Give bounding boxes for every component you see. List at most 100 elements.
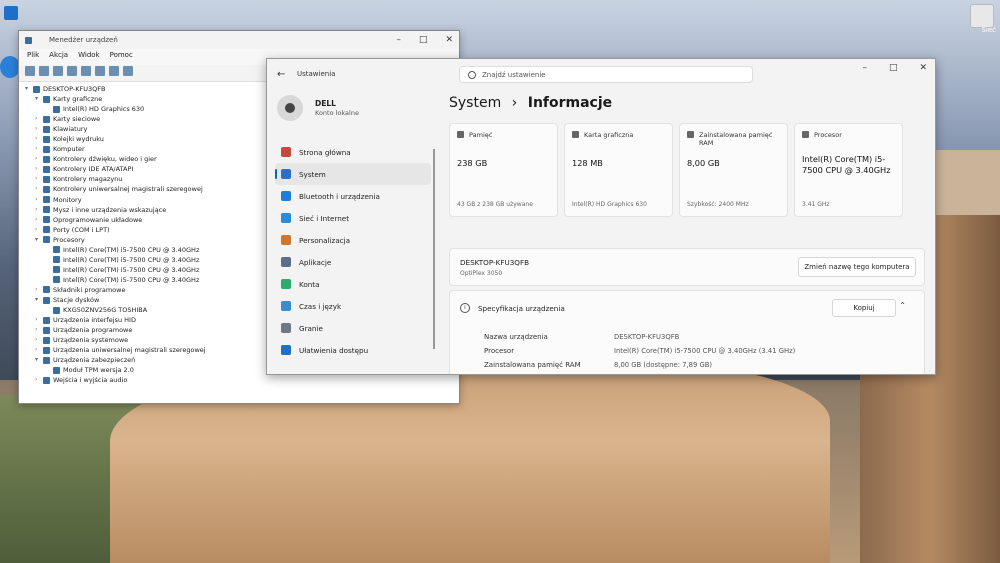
breadcrumb-current: Informacje [527, 95, 613, 111]
back-arrow-icon[interactable]: ← [277, 69, 291, 80]
device-icon [53, 276, 60, 284]
nav-item[interactable]: Czas i język [275, 295, 431, 317]
device-manager-icon [25, 36, 32, 44]
tree-node-label: Oprogramowanie układowe [53, 215, 143, 224]
expand-arrow-icon[interactable]: › [35, 335, 43, 345]
menu-view[interactable]: Widok [78, 51, 100, 63]
desktop-icon-label: Sieć [981, 26, 996, 34]
nav-label: Konta [299, 279, 320, 289]
help-icon[interactable] [81, 66, 91, 76]
device-icon [43, 125, 50, 133]
device-icon [43, 296, 50, 304]
card-label: Karta graficzna [584, 131, 634, 139]
rename-pc-button[interactable]: Zmień nazwę tego komputera [798, 257, 916, 277]
expand-arrow-icon[interactable]: ▾ [35, 355, 43, 365]
nav-item[interactable]: System [275, 163, 431, 185]
pc-model: OptiPlex 3050 [460, 270, 503, 277]
nav-icon [281, 191, 291, 201]
edge-icon[interactable] [0, 56, 20, 78]
expand-arrow-icon[interactable]: › [35, 225, 43, 235]
expand-arrow-icon[interactable]: › [35, 195, 43, 205]
nav-item[interactable]: Aplikacje [275, 251, 431, 273]
card-subtext: 3.41 GHz [802, 201, 830, 208]
list-icon[interactable] [67, 66, 77, 76]
summary-card[interactable]: Zainstalowana pamięć RAM 8,00 GB Szybkość:… [679, 123, 788, 217]
spec-header[interactable]: i Specyfikacja urządzenia [460, 303, 565, 313]
settings-nav: Strona główna System Bluetooth i urządzeni… [275, 141, 431, 361]
copy-button[interactable]: Kopiuj [832, 299, 896, 317]
recycle-bin-icon[interactable] [4, 6, 18, 20]
nav-label: Bluetooth i urządzenia [299, 191, 380, 201]
expand-arrow-icon[interactable]: › [35, 184, 43, 194]
maximize-button[interactable]: □ [889, 63, 898, 73]
nav-scrollbar[interactable] [433, 149, 435, 349]
expand-arrow-icon[interactable]: › [35, 375, 43, 385]
expand-arrow-icon[interactable]: ▾ [25, 84, 33, 94]
search-input[interactable]: Znajdź ustawienie [459, 66, 753, 83]
scan-icon[interactable] [109, 66, 119, 76]
nav-item[interactable]: Bluetooth i urządzenia [275, 185, 431, 207]
expand-arrow-icon[interactable]: › [35, 144, 43, 154]
back-icon[interactable] [25, 66, 35, 76]
device-icon [53, 306, 60, 314]
minimize-button[interactable]: – [396, 35, 401, 45]
expand-arrow-icon[interactable]: ▾ [35, 295, 43, 305]
menu-action[interactable]: Akcja [49, 51, 68, 63]
expand-arrow-icon[interactable]: ▾ [35, 94, 43, 104]
device-icon [43, 115, 50, 123]
expand-arrow-icon[interactable]: › [35, 134, 43, 144]
device-icon [53, 256, 60, 264]
tree-node-label: Moduł TPM wersja 2.0 [63, 366, 134, 375]
nav-item[interactable]: Strona główna [275, 141, 431, 163]
tree-node-label: Porty (COM i LPT) [53, 225, 110, 234]
tree-node-label: Kolejki wydruku [53, 135, 104, 144]
expand-arrow-icon[interactable]: › [35, 164, 43, 174]
user-profile[interactable]: DELL Konto lokalne [277, 95, 359, 121]
nav-item[interactable]: Ułatwienia dostępu [275, 339, 431, 361]
nav-item[interactable]: Sieć i Internet [275, 207, 431, 229]
forward-icon[interactable] [39, 66, 49, 76]
breadcrumb-separator: › [511, 95, 518, 111]
nav-item[interactable]: Personalizacja [275, 229, 431, 251]
expand-arrow-icon[interactable]: › [35, 154, 43, 164]
expand-arrow-icon[interactable]: › [35, 215, 43, 225]
chevron-up-icon[interactable]: ⌃ [899, 301, 906, 310]
network-icon[interactable] [970, 4, 994, 28]
nav-item[interactable]: Granie [275, 317, 431, 339]
nav-label: Strona główna [299, 147, 351, 157]
properties-icon[interactable] [53, 66, 63, 76]
expand-arrow-icon[interactable]: › [35, 174, 43, 184]
monitor-icon[interactable] [123, 66, 133, 76]
device-icon [43, 206, 50, 214]
expand-arrow-icon[interactable]: › [35, 315, 43, 325]
expand-arrow-icon[interactable]: › [35, 114, 43, 124]
nav-item[interactable]: Konta [275, 273, 431, 295]
expand-arrow-icon[interactable]: › [35, 124, 43, 134]
expand-arrow-icon[interactable]: › [35, 345, 43, 355]
expand-arrow-icon[interactable]: › [35, 325, 43, 335]
desktop-icons: Sieć [970, 4, 996, 34]
tree-node-label: Intel(R) Core(TM) i5-7500 CPU @ 3.40GHz [63, 265, 200, 274]
close-button[interactable]: ✕ [919, 63, 927, 73]
menu-help[interactable]: Pomoc [110, 51, 133, 63]
expand-arrow-icon[interactable]: › [35, 205, 43, 215]
tree-node-label: Urządzenia systemowe [53, 336, 129, 345]
close-button[interactable]: ✕ [445, 35, 453, 45]
summary-card[interactable]: Pamięć 238 GB 43 GB z 238 GB używane [449, 123, 558, 217]
tree-node[interactable]: › Wejścia i wyjścia audio [25, 375, 453, 385]
menu-file[interactable]: Plik [27, 51, 39, 63]
breadcrumb-parent[interactable]: System [449, 95, 501, 111]
expand-arrow-icon[interactable]: ▾ [35, 235, 43, 245]
tree-node-label: Urządzenia uniwersalnej magistrali szere… [53, 346, 206, 355]
expand-arrow-icon[interactable]: › [35, 285, 43, 295]
summary-card[interactable]: Karta graficzna 128 MB Intel(R) HD Graphic… [564, 123, 673, 217]
maximize-button[interactable]: □ [419, 35, 428, 45]
device-icon [43, 135, 50, 143]
tree-node-label: Klawiatury [53, 125, 88, 134]
device-manager-titlebar[interactable]: Menedżer urządzeń – □ ✕ [19, 31, 459, 49]
tree-node-label: Urządzenia programowe [53, 326, 133, 335]
summary-card[interactable]: Procesor Intel(R) Core(TM) i5-7500 CPU @ … [794, 123, 903, 217]
minimize-button[interactable]: – [862, 63, 867, 73]
view-icon[interactable] [95, 66, 105, 76]
person-icon [285, 103, 295, 113]
